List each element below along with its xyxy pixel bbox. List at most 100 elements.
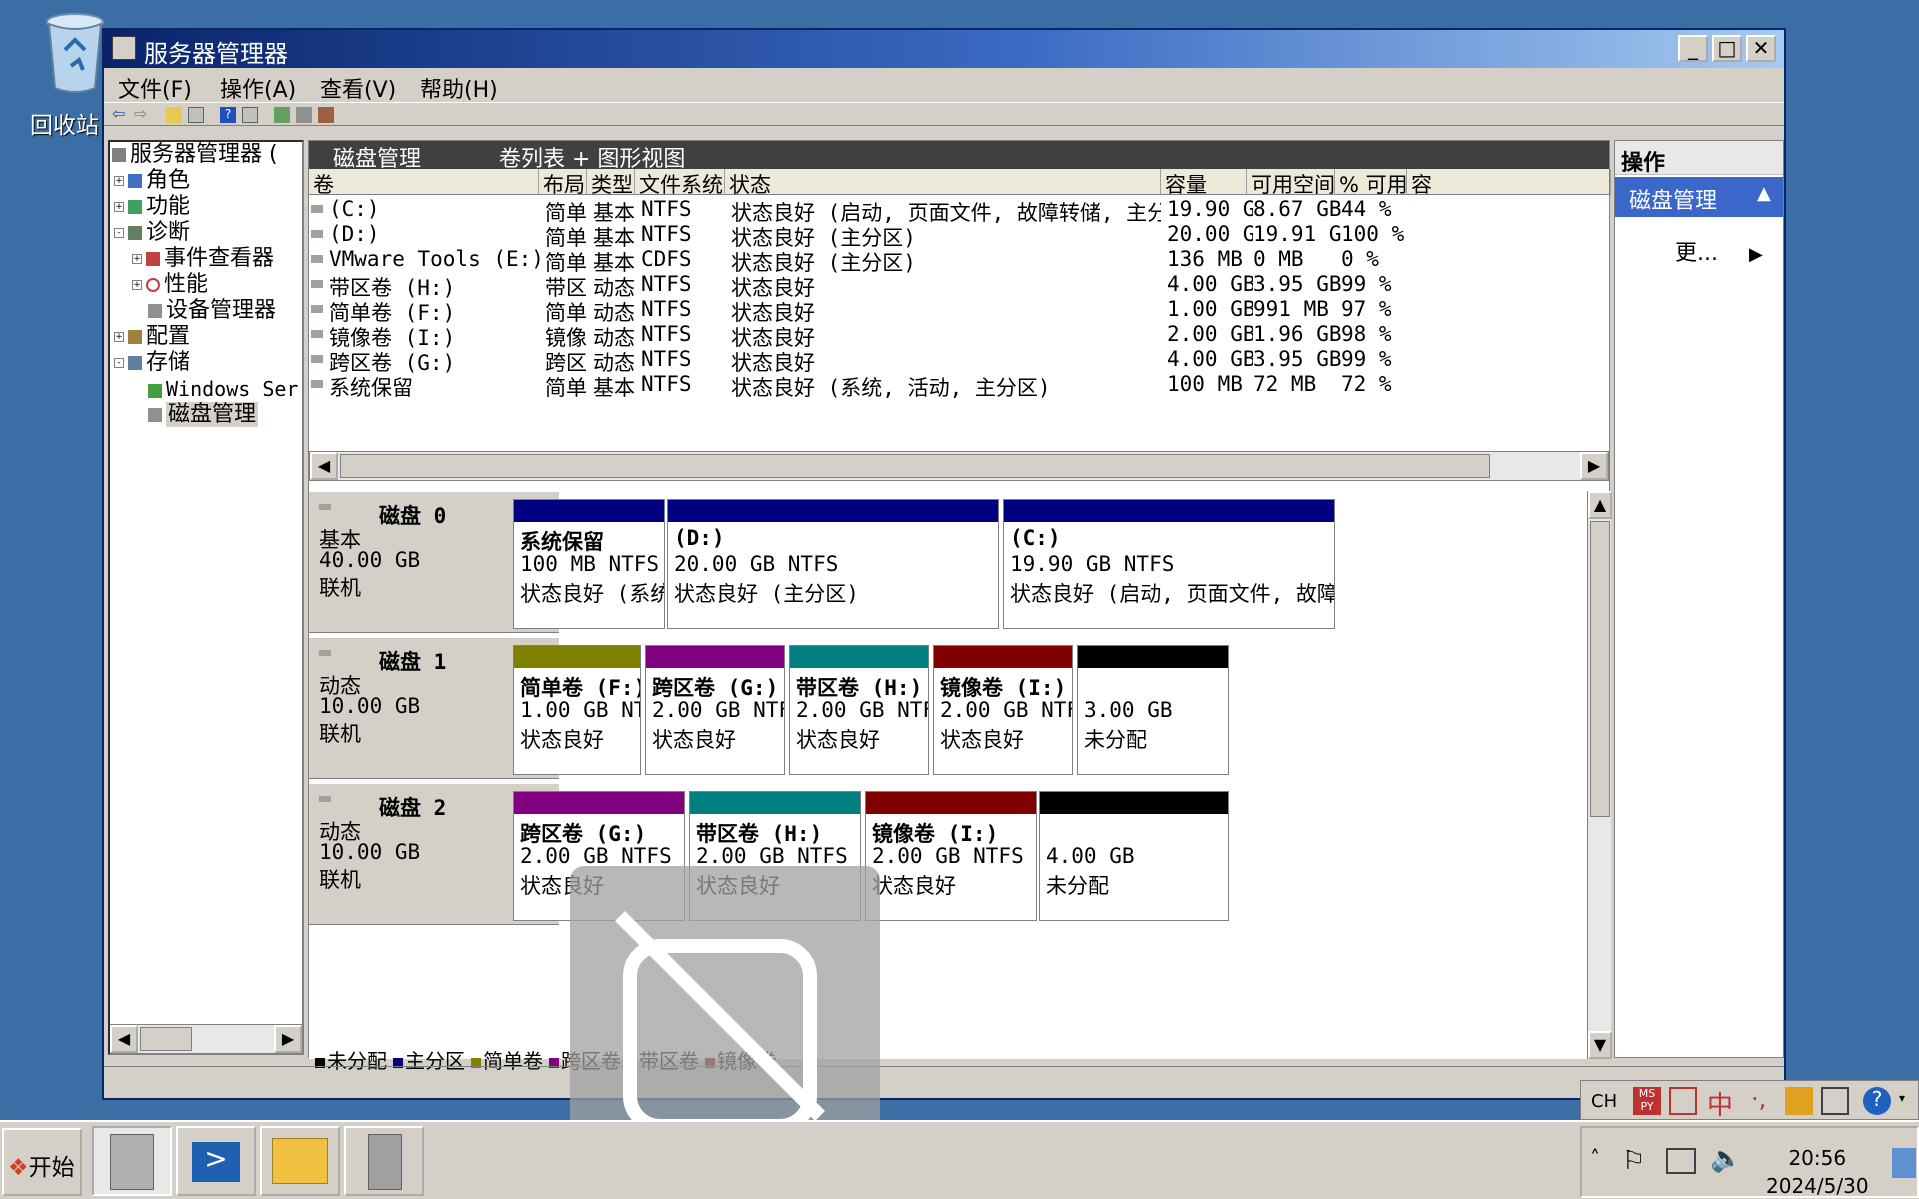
tree-item-configuration[interactable]: + 配置 (114, 324, 190, 350)
menu-help[interactable]: 帮助(H) (420, 72, 498, 104)
properties-icon[interactable] (242, 107, 258, 123)
punctuation-icon[interactable]: ·, (1751, 1085, 1766, 1113)
collapse-toggle[interactable]: - (114, 358, 124, 368)
col-free-space[interactable]: 可用空间 (1247, 169, 1335, 195)
col-capacity[interactable]: 容量 (1161, 169, 1247, 195)
action-center-flag-icon[interactable]: ⚐ (1622, 1146, 1645, 1176)
volume-icon (311, 380, 323, 388)
volume-row[interactable]: 系统保留 简单 基本 NTFS 状态良好 (系统, 活动, 主分区) 100 MB 72 M… (309, 372, 1609, 400)
tree-item-diagnostics[interactable]: - 诊断 (114, 220, 190, 246)
scroll-right-button[interactable]: ▶ (1580, 452, 1608, 480)
show-desktop-button[interactable] (1892, 1148, 1916, 1178)
taskbar-powershell[interactable]: > (176, 1126, 256, 1196)
show-hidden-icons[interactable]: ˄ (1590, 1146, 1600, 1170)
col-filesystem[interactable]: 文件系统 (635, 169, 725, 195)
connect-icon[interactable] (296, 107, 312, 123)
scroll-up-button[interactable]: ▲ (1588, 491, 1612, 519)
more-actions[interactable]: 更... ▶ (1675, 235, 1763, 267)
col-fault-tolerance[interactable]: 容 (1407, 169, 1611, 195)
taskbar-explorer[interactable] (260, 1126, 340, 1196)
scroll-left-button[interactable]: ◀ (310, 452, 338, 480)
ime-pad-icon[interactable] (1821, 1087, 1849, 1115)
tree-horizontal-scrollbar[interactable]: ◀ ▶ (110, 1024, 302, 1053)
partition[interactable]: 4.00 GB 未分配 (1039, 791, 1229, 921)
minimize-button[interactable]: _ (1678, 35, 1708, 62)
ime-language[interactable]: CH (1591, 1091, 1617, 1112)
scroll-left-button[interactable]: ◀ (110, 1025, 138, 1053)
volume-row[interactable]: (C:) 简单 基本 NTFS 状态良好 (启动, 页面文件, 故障转储, 主分区) 19… (309, 197, 1609, 225)
volume-row[interactable]: 带区卷 (H:) 带区 动态 NTFS 状态良好 4.00 GB 3.95 GB 99 % (309, 272, 1609, 300)
actions-section-label: 磁盘管理 (1629, 189, 1718, 214)
tree-item-storage[interactable]: - 存储 (114, 350, 190, 376)
partition[interactable]: (D:) 20.00 GB NTFS 状态良好 (主分区) (667, 499, 999, 629)
volume-row[interactable]: (D:)简单基本NTFS状态良好 (主分区)20.00 GB19.91 GB10… (309, 222, 1609, 250)
tree-item-server-manager[interactable]: 服务器管理器 ( (112, 142, 278, 168)
actions-section-disk-management[interactable]: 磁盘管理 ▲ (1615, 177, 1783, 217)
help-icon[interactable]: ? (1863, 1087, 1891, 1115)
partition[interactable]: 3.00 GB 未分配 (1077, 645, 1229, 775)
tree-item-disk-management[interactable]: 磁盘管理 (148, 402, 259, 428)
taskbar-admin-tools[interactable] (344, 1126, 424, 1196)
menu-file[interactable]: 文件(F) (118, 72, 192, 104)
scroll-right-button[interactable]: ▶ (274, 1025, 302, 1053)
ime-mode[interactable]: 中 (1707, 1085, 1733, 1122)
tree-item-windows-server-backup[interactable]: Windows Ser (148, 376, 298, 402)
volume-row[interactable]: VMware Tools (E:) 简单 基本 CDFS 状态良好 (主分区) 136 M… (309, 247, 1609, 275)
clock[interactable]: 20:56 2024/5/30 (1766, 1144, 1869, 1199)
col-percent-free[interactable]: % 可用 (1335, 169, 1407, 195)
ms-pinyin-icon[interactable]: MS PY (1633, 1087, 1661, 1115)
menu-action[interactable]: 操作(A) (220, 72, 296, 104)
volume-row[interactable]: 简单卷 (F:) 简单 动态 NTFS 状态良好 1.00 GB 991 MB 97 % (309, 297, 1609, 325)
taskbar-server-manager[interactable] (92, 1126, 172, 1196)
network-icon[interactable] (1666, 1148, 1696, 1174)
tree-item-device-manager[interactable]: 设备管理器 (148, 298, 276, 324)
volume-row[interactable]: 跨区卷 (G:) 跨区 动态 NTFS 状态良好 4.00 GB 3.95 GB 99 % (309, 347, 1609, 375)
partition[interactable]: 系统保留100 MB NTFS状态良好 (系统, (513, 499, 665, 629)
expand-toggle[interactable]: + (114, 176, 124, 186)
col-status[interactable]: 状态 (725, 169, 1161, 195)
actions-pane: 操作 磁盘管理 ▲ 更... ▶ (1614, 140, 1784, 1058)
up-folder-icon[interactable] (166, 107, 182, 123)
start-button[interactable]: ❖开始 (2, 1128, 82, 1196)
tree-item-features[interactable]: + 功能 (114, 194, 190, 220)
show-hide-tree-icon[interactable] (188, 107, 204, 123)
col-volume[interactable]: 卷 (309, 169, 539, 195)
close-button[interactable]: ✕ (1746, 35, 1776, 62)
scroll-thumb[interactable] (340, 454, 1490, 478)
expand-toggle[interactable]: + (132, 280, 142, 290)
partition[interactable]: (C:)19.90 GB NTFS 状态良好 (启动, 页面文件, 故障转储 (1003, 499, 1335, 629)
soft-keyboard-icon[interactable] (1785, 1087, 1813, 1115)
partition[interactable]: 跨区卷 (G:)2.00 GB NTFS状态良好 (645, 645, 785, 775)
options-icon[interactable]: ▾ (1899, 1091, 1905, 1105)
title-bar[interactable]: 服务器管理器 _ □ ✕ (104, 30, 1784, 68)
col-type[interactable]: 类型 (587, 169, 635, 195)
volume-muted-icon[interactable]: 🔈 (1710, 1144, 1742, 1174)
partition[interactable]: 镜像卷 (I:)2.00 GB NTFS状态良好 (933, 645, 1073, 775)
settings-icon[interactable] (318, 107, 334, 123)
expand-toggle[interactable]: + (114, 202, 124, 212)
forward-icon[interactable]: ⇨ (134, 106, 150, 123)
partition[interactable]: 简单卷 (F:)1.00 GB NTFS状态良好 (513, 645, 641, 775)
back-icon[interactable]: ⇦ (112, 106, 128, 123)
scroll-thumb[interactable] (1590, 521, 1610, 817)
tree-item-roles[interactable]: + 角色 (114, 168, 190, 194)
partition[interactable]: 带区卷 (H:)2.00 GB NTFS状态良好 (789, 645, 929, 775)
ime-tool-icon[interactable] (1669, 1087, 1697, 1115)
expand-toggle[interactable]: + (132, 254, 142, 264)
tree-item-event-viewer[interactable]: + 事件查看器 (132, 246, 274, 272)
refresh-icon[interactable] (274, 107, 290, 123)
volume-list-scrollbar[interactable]: ◀ ▶ (309, 451, 1609, 481)
help-icon[interactable]: ? (220, 107, 236, 123)
volume-row[interactable]: 镜像卷 (I:) 镜像 动态 NTFS 状态良好 2.00 GB 1.96 GB 98 % (309, 322, 1609, 350)
tree-item-performance[interactable]: + 性能 (132, 272, 208, 298)
collapse-up-icon[interactable]: ▲ (1757, 183, 1771, 204)
collapse-toggle[interactable]: - (114, 228, 124, 238)
graphical-view-scrollbar[interactable]: ▲ ▼ (1587, 491, 1612, 1059)
scroll-thumb[interactable] (140, 1027, 192, 1051)
expand-toggle[interactable]: + (114, 332, 124, 342)
maximize-button[interactable]: □ (1712, 35, 1742, 62)
menu-view[interactable]: 查看(V) (320, 72, 396, 104)
col-layout[interactable]: 布局 (539, 169, 587, 195)
partition[interactable]: 镜像卷 (I:)2.00 GB NTFS状态良好 (865, 791, 1037, 921)
volume-icon (311, 280, 323, 288)
